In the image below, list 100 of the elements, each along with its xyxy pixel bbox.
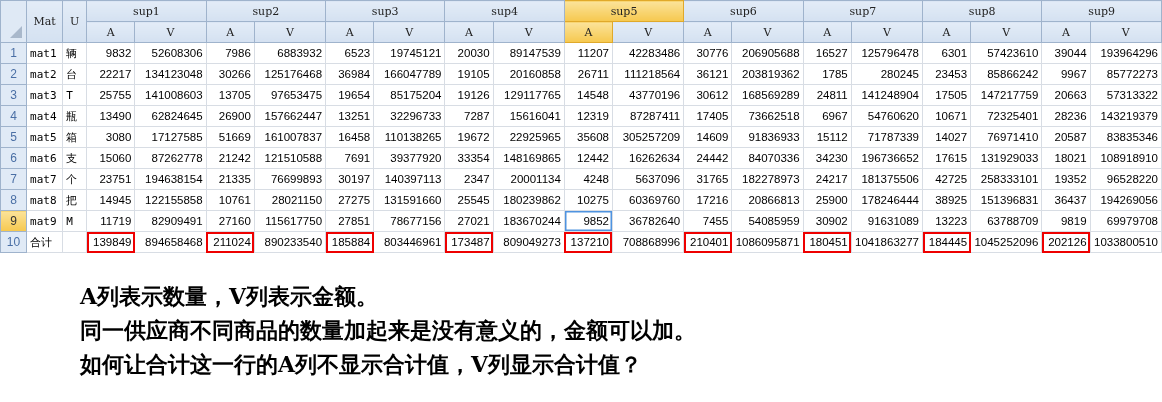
table-cell: 34230 <box>803 147 852 169</box>
table-cell: 19352 <box>1041 168 1091 190</box>
table-cell: 211024 <box>206 231 255 253</box>
table-cell: 32296733 <box>373 105 445 127</box>
table-cell: 125796478 <box>851 42 923 64</box>
note-text: 如何让合计这一行的A列不显示合计值，V列显示合计值？ <box>80 350 644 379</box>
table-cell: 63788709 <box>970 210 1042 232</box>
table-cell: 瓶 <box>62 105 87 127</box>
table-cell: 125176468 <box>254 63 326 85</box>
table-cell: 35608 <box>564 126 613 148</box>
column-header[interactable]: sup4 <box>444 0 565 22</box>
table-cell: 36984 <box>325 63 374 85</box>
table-cell: 39044 <box>1041 42 1091 64</box>
table-cell: mat2 <box>26 63 63 85</box>
table-cell: 193964296 <box>1090 42 1162 64</box>
table-cell: 183670244 <box>493 210 565 232</box>
table-cell: 10671 <box>922 105 971 127</box>
table-cell: 30612 <box>683 84 732 106</box>
row-header[interactable]: 5 <box>0 126 27 148</box>
row-header[interactable]: 8 <box>0 189 27 211</box>
table-cell: 2347 <box>444 168 494 190</box>
column-header[interactable]: sup5 <box>564 0 684 22</box>
table-cell: 5637096 <box>612 168 684 190</box>
table-cell: 16527 <box>803 42 852 64</box>
table-cell: 91631089 <box>851 210 923 232</box>
note-text: A列表示数量，V列表示金额。 <box>80 282 380 311</box>
table-cell: 122155858 <box>134 189 207 211</box>
table-cell: 181375506 <box>851 168 923 190</box>
table-cell: 7691 <box>325 147 374 169</box>
table-cell: 19745121 <box>373 42 445 64</box>
table-cell: 17505 <box>922 84 971 106</box>
table-cell: 10761 <box>206 189 255 211</box>
table-cell: 85866242 <box>970 63 1042 85</box>
row-header[interactable]: 1 <box>0 42 27 64</box>
table-cell: 14945 <box>86 189 135 211</box>
table-cell: 15616041 <box>493 105 565 127</box>
table-cell: 23751 <box>86 168 135 190</box>
table-cell: 83835346 <box>1090 126 1162 148</box>
table-cell: 26900 <box>206 105 255 127</box>
table-cell: 85772273 <box>1090 63 1162 85</box>
column-header[interactable]: sup3 <box>325 0 445 22</box>
column-header[interactable]: sup1 <box>86 0 207 22</box>
table-cell: 6883932 <box>254 42 326 64</box>
table-cell: 24442 <box>683 147 732 169</box>
table-cell: 28021150 <box>254 189 326 211</box>
table-cell: 161007837 <box>254 126 326 148</box>
table-cell: 25900 <box>803 189 852 211</box>
select-all-corner[interactable] <box>0 0 27 43</box>
table-cell: 57423610 <box>970 42 1042 64</box>
column-header[interactable]: U <box>62 0 87 43</box>
table-cell: 185884 <box>325 231 374 253</box>
table-cell: 12319 <box>564 105 613 127</box>
table-cell: 27851 <box>325 210 374 232</box>
table-cell: 206905688 <box>731 42 804 64</box>
table-cell: 178246444 <box>851 189 923 211</box>
table-cell: 148169865 <box>493 147 565 169</box>
row-header[interactable]: 6 <box>0 147 27 169</box>
table-cell: 把 <box>62 189 87 211</box>
row-header[interactable]: 2 <box>0 63 27 85</box>
table-cell: 82909491 <box>134 210 207 232</box>
table-cell: 110138265 <box>373 126 445 148</box>
table-cell: 17127585 <box>134 126 207 148</box>
column-header[interactable]: sup8 <box>922 0 1042 22</box>
row-header[interactable]: 7 <box>0 168 27 190</box>
row-header[interactable]: 3 <box>0 84 27 106</box>
row-header[interactable]: 4 <box>0 105 27 127</box>
column-header[interactable]: sup7 <box>803 0 923 22</box>
column-header[interactable]: sup2 <box>206 0 326 22</box>
table-cell: 69979708 <box>1090 210 1162 232</box>
row-header[interactable]: 10 <box>0 231 27 253</box>
table-cell: 16262634 <box>612 147 684 169</box>
table-cell: 202126 <box>1041 231 1091 253</box>
table-cell: 9852 <box>564 210 613 232</box>
table-cell: 7986 <box>206 42 255 64</box>
table-cell: 36782640 <box>612 210 684 232</box>
table-cell: 196736652 <box>851 147 923 169</box>
table-cell: 20001134 <box>493 168 565 190</box>
table-cell: mat1 <box>26 42 63 64</box>
table-cell: 31765 <box>683 168 732 190</box>
row-header[interactable]: 9 <box>0 210 27 232</box>
table-cell: 39377920 <box>373 147 445 169</box>
column-header[interactable]: sup6 <box>683 0 804 22</box>
table-cell: mat7 <box>26 168 63 190</box>
table-cell: 20663 <box>1041 84 1091 106</box>
table-cell: M <box>62 210 87 232</box>
table-cell: 27160 <box>206 210 255 232</box>
table-cell: 131591660 <box>373 189 445 211</box>
table-cell: 43770196 <box>612 84 684 106</box>
table-cell: 16458 <box>325 126 374 148</box>
column-header[interactable]: Mat <box>26 0 63 43</box>
table-cell: mat3 <box>26 84 63 106</box>
table-cell: 20030 <box>444 42 494 64</box>
table-cell: 27275 <box>325 189 374 211</box>
table-cell: 合计 <box>26 231 63 253</box>
table-cell: mat8 <box>26 189 63 211</box>
column-header[interactable]: sup9 <box>1041 0 1162 22</box>
table-cell: mat9 <box>26 210 63 232</box>
table-cell: 14027 <box>922 126 971 148</box>
table-cell: 115617750 <box>254 210 326 232</box>
table-cell: 21335 <box>206 168 255 190</box>
